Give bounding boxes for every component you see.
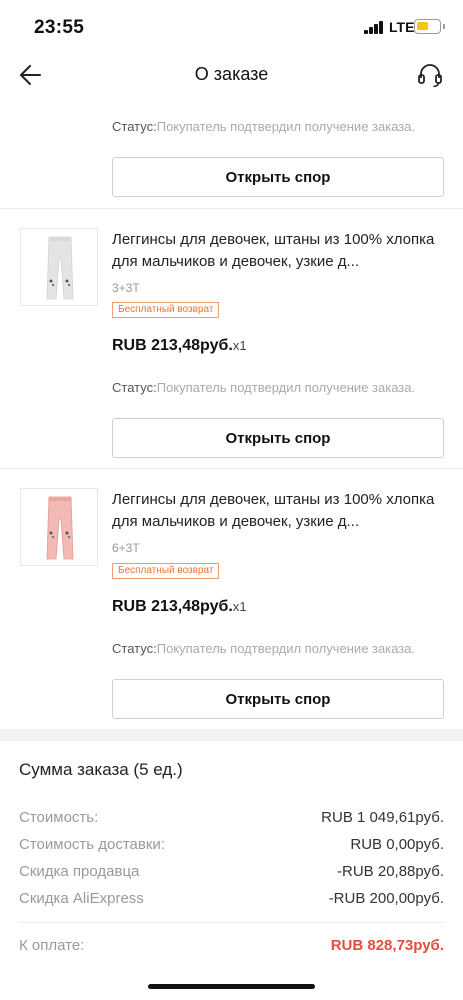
status-label: Статус: [112, 641, 157, 656]
network-type: LTE [389, 19, 415, 35]
order-summary-title: Сумма заказа (5 ед.) [19, 760, 183, 779]
summary-row-cost: Стоимость: RUB 1 049,61руб. [19, 809, 444, 826]
status-label: Статус: [112, 119, 157, 134]
open-dispute-button[interactable]: Открыть спор [112, 679, 444, 719]
price-value: RUB 213,48руб. [112, 337, 233, 354]
price-value: RUB 213,48руб. [112, 598, 233, 615]
status-value: Покупатель подтвердил получение заказа. [156, 641, 416, 656]
leggings-image [21, 229, 97, 305]
section-separator [0, 729, 463, 741]
product-variant: 3+3T [112, 281, 140, 295]
summary-value: -RUB 200,00руб. [328, 890, 444, 907]
product-image[interactable] [20, 228, 98, 306]
order-status: Статус:Покупатель подтвердил получение з… [112, 119, 415, 134]
quantity: x1 [232, 338, 247, 353]
page-title: О заказе [194, 64, 269, 84]
nav-bar: О заказе [0, 52, 463, 98]
signal-icon [364, 21, 386, 34]
support-button[interactable] [413, 60, 447, 90]
order-status: Статус:Покупатель подтвердил получение з… [112, 641, 415, 656]
battery-icon [414, 19, 445, 34]
product-title[interactable]: Леггинсы для девочек, штаны из 100% хлоп… [112, 489, 448, 533]
product-variant: 6+3T [112, 541, 140, 555]
summary-row-seller-discount: Скидка продавца -RUB 20,88руб. [19, 863, 444, 880]
headset-icon [418, 64, 442, 88]
product-price: RUB 213,48руб.x1 [112, 337, 247, 355]
clock: 23:55 [34, 17, 85, 38]
status-label: Статус: [112, 380, 157, 395]
product-title[interactable]: Леггинсы для девочек, штаны из 100% хлоп… [112, 229, 448, 273]
home-indicator[interactable] [148, 984, 315, 989]
divider [19, 922, 444, 923]
order-status: Статус:Покупатель подтвердил получение з… [112, 380, 415, 395]
status-value: Покупатель подтвердил получение заказа. [156, 119, 416, 134]
status-bar: 23:55 LTE [0, 0, 463, 52]
total-value: RUB 828,73руб. [330, 937, 444, 954]
status-value: Покупатель подтвердил получение заказа. [156, 380, 416, 395]
quantity: x1 [232, 599, 247, 614]
summary-value: RUB 0,00руб. [350, 836, 444, 853]
open-dispute-button[interactable]: Открыть спор [112, 418, 444, 458]
free-return-badge: Бесплатный возврат [112, 563, 220, 579]
total-label: К оплате: [19, 937, 85, 954]
summary-label: Скидка продавца [19, 863, 140, 880]
summary-label: Стоимость доставки: [19, 836, 165, 853]
order-details-screen: 23:55 LTE О заказе Статус:Покупатель под… [0, 0, 463, 1000]
divider [0, 208, 463, 209]
divider [0, 468, 463, 469]
free-return-badge: Бесплатный возврат [112, 302, 220, 318]
open-dispute-button[interactable]: Открыть спор [112, 157, 444, 197]
summary-value: -RUB 20,88руб. [337, 863, 444, 880]
summary-row-total: К оплате: RUB 828,73руб. [19, 937, 444, 954]
leggings-image [21, 489, 97, 565]
summary-value: RUB 1 049,61руб. [321, 809, 444, 826]
product-image[interactable] [20, 488, 98, 566]
summary-label: Скидка AliExpress [19, 890, 144, 907]
summary-row-shipping: Стоимость доставки: RUB 0,00руб. [19, 836, 444, 853]
summary-row-aliexpress-discount: Скидка AliExpress -RUB 200,00руб. [19, 890, 444, 907]
product-price: RUB 213,48руб.x1 [112, 598, 247, 616]
summary-label: Стоимость: [19, 809, 99, 826]
